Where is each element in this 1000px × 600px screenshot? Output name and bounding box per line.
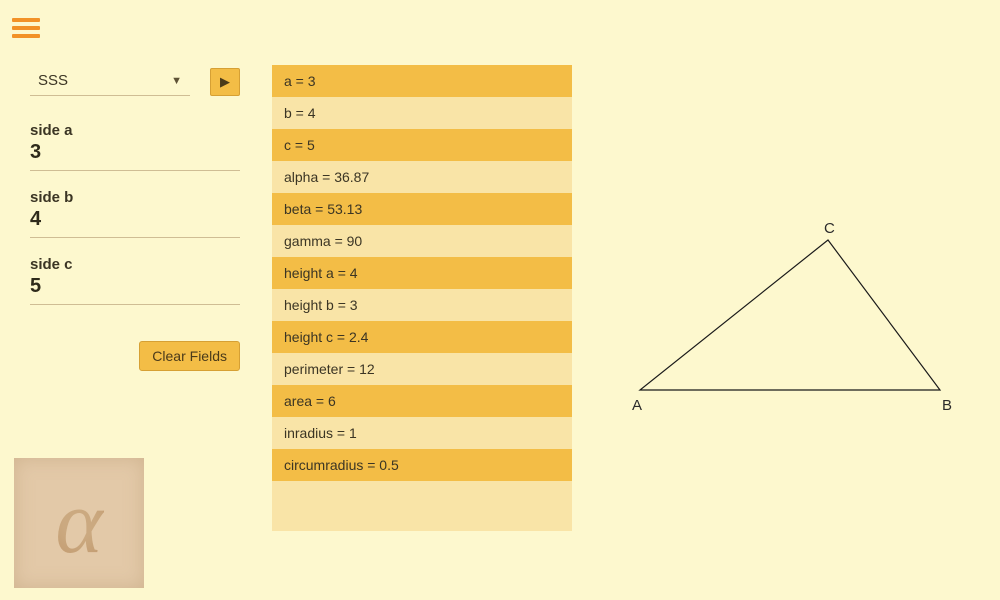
result-row: gamma = 90 — [272, 225, 572, 257]
triangle-diagram: A B C — [610, 200, 970, 440]
result-row: perimeter = 12 — [272, 353, 572, 385]
alpha-logo-tile: α — [14, 458, 144, 588]
results-panel: a = 3b = 4c = 5alpha = 36.87beta = 53.13… — [272, 65, 572, 531]
input-side-c[interactable] — [30, 275, 240, 298]
field-label-c: side c — [30, 256, 240, 273]
field-label-b: side b — [30, 189, 240, 206]
mode-selected-value: SSS — [38, 72, 68, 89]
result-row: inradius = 1 — [272, 417, 572, 449]
result-row: height c = 2.4 — [272, 321, 572, 353]
result-row: b = 4 — [272, 97, 572, 129]
menu-icon[interactable] — [12, 14, 40, 42]
vertex-b-label: B — [942, 397, 952, 414]
clear-fields-button[interactable]: Clear Fields — [139, 341, 240, 371]
run-button[interactable]: ▶ — [210, 68, 240, 96]
result-row: circumradius = 0.5 — [272, 449, 572, 481]
play-icon: ▶ — [220, 74, 230, 90]
vertex-a-label: A — [632, 397, 642, 414]
field-side-a: side a — [30, 122, 240, 171]
field-side-c: side c — [30, 256, 240, 305]
input-side-b[interactable] — [30, 208, 240, 231]
result-row: alpha = 36.87 — [272, 161, 572, 193]
alpha-icon: α — [55, 478, 102, 568]
field-label-a: side a — [30, 122, 240, 139]
result-row: a = 3 — [272, 65, 572, 97]
mode-select[interactable]: SSS ▼ — [30, 68, 190, 96]
result-row: beta = 53.13 — [272, 193, 572, 225]
result-row: height b = 3 — [272, 289, 572, 321]
result-row: height a = 4 — [272, 257, 572, 289]
input-side-a[interactable] — [30, 141, 240, 164]
input-panel: SSS ▼ ▶ side a side b side c Clear Field… — [30, 68, 240, 371]
chevron-down-icon: ▼ — [171, 75, 182, 87]
result-row: c = 5 — [272, 129, 572, 161]
vertex-c-label: C — [824, 220, 835, 237]
triangle-shape — [640, 240, 940, 390]
result-row: area = 6 — [272, 385, 572, 417]
field-side-b: side b — [30, 189, 240, 238]
